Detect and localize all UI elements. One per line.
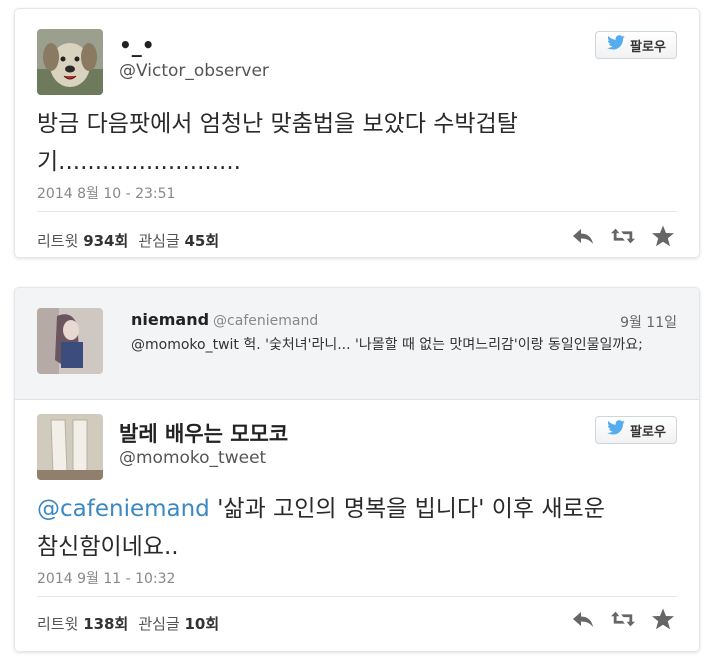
reply-date[interactable]: 9월 11일 (620, 312, 677, 332)
tweet-actions (571, 608, 675, 630)
favorite-stat[interactable]: 관심글 10회 (138, 613, 219, 634)
divider (37, 211, 677, 212)
tweet-text: 방금 다음팟에서 엄청난 맞춤법을 보았다 수박겁탈 기............… (37, 105, 669, 181)
retweet-icon[interactable] (611, 608, 635, 630)
star-icon[interactable] (651, 225, 675, 247)
tweet-text-line-2: 기......................... (37, 149, 241, 175)
retweet-icon[interactable] (611, 225, 635, 247)
twitter-bird-icon (606, 35, 626, 55)
retweet-stat[interactable]: 리트윗 934회 (37, 230, 128, 251)
in-reply-to-tweet[interactable]: niemand @cafeniemand 9월 11일 @momoko_twit … (15, 288, 699, 400)
favorite-stat-label: 관심글 (138, 615, 180, 633)
tweet-stats: 리트윗 138회 관심글 10회 (37, 613, 219, 634)
tweet-timestamp[interactable]: 2014 8월 10 - 23:51 (37, 183, 175, 203)
reply-author[interactable]: niemand @cafeniemand (131, 310, 318, 329)
favorite-stat[interactable]: 관심글 45회 (138, 230, 219, 251)
star-icon[interactable] (651, 608, 675, 630)
tweet-timestamp[interactable]: 2014 9월 11 - 10:32 (37, 568, 175, 588)
follow-button[interactable]: 팔로우 (595, 31, 677, 59)
reply-icon[interactable] (571, 225, 595, 247)
twitter-bird-icon (606, 420, 626, 440)
display-name[interactable]: 발레 배우는 모모코 (119, 418, 288, 448)
divider (37, 596, 677, 597)
tweet-actions (571, 225, 675, 247)
tweet-text-line-1: @cafeniemand '삶과 고인의 명복을 빕니다' 이후 새로운 (37, 490, 669, 528)
tweet-text-line-1: 방금 다음팟에서 엄청난 맞춤법을 보았다 수박겁탈 (37, 111, 518, 137)
favorite-stat-label: 관심글 (138, 232, 180, 250)
tweet-card-2: niemand @cafeniemand 9월 11일 @momoko_twit … (14, 287, 700, 652)
display-name[interactable]: •_• (119, 33, 155, 57)
follow-label: 팔로우 (630, 39, 666, 55)
tweet-card-1: •_• @Victor_observer 팔로우 방금 다음팟에서 엄청난 맞춤… (14, 8, 700, 258)
favorite-count: 45회 (184, 232, 220, 250)
tweet-stats: 리트윗 934회 관심글 45회 (37, 230, 219, 251)
reply-display-name: niemand (131, 310, 210, 329)
avatar-momoko[interactable] (37, 414, 103, 480)
tweet-text-line-2: 참신함이네요.. (37, 534, 179, 560)
favorite-count: 10회 (184, 615, 220, 633)
avatar-niemand[interactable] (37, 308, 103, 374)
retweet-count: 138회 (83, 615, 129, 633)
retweet-stat-label: 리트윗 (37, 232, 79, 250)
retweet-count: 934회 (83, 232, 129, 250)
reply-text: @momoko_twit 헉. '숯처녀'라니... '나몰할 때 없는 맛며느… (131, 337, 643, 353)
mention-link[interactable]: @cafeniemand (37, 496, 210, 522)
user-handle[interactable]: @Victor_observer (119, 61, 269, 81)
user-handle[interactable]: @momoko_tweet (119, 448, 266, 468)
follow-button[interactable]: 팔로우 (595, 416, 677, 444)
reply-handle: @cafeniemand (213, 313, 319, 329)
reply-icon[interactable] (571, 608, 595, 630)
follow-label: 팔로우 (630, 424, 666, 440)
tweet-text: @cafeniemand '삶과 고인의 명복을 빕니다' 이후 새로운 참신함… (37, 490, 669, 566)
retweet-stat[interactable]: 리트윗 138회 (37, 613, 128, 634)
avatar-victor[interactable] (37, 29, 103, 95)
tweet-text-rest: '삶과 고인의 명복을 빕니다' 이후 새로운 (209, 496, 605, 522)
retweet-stat-label: 리트윗 (37, 615, 79, 633)
